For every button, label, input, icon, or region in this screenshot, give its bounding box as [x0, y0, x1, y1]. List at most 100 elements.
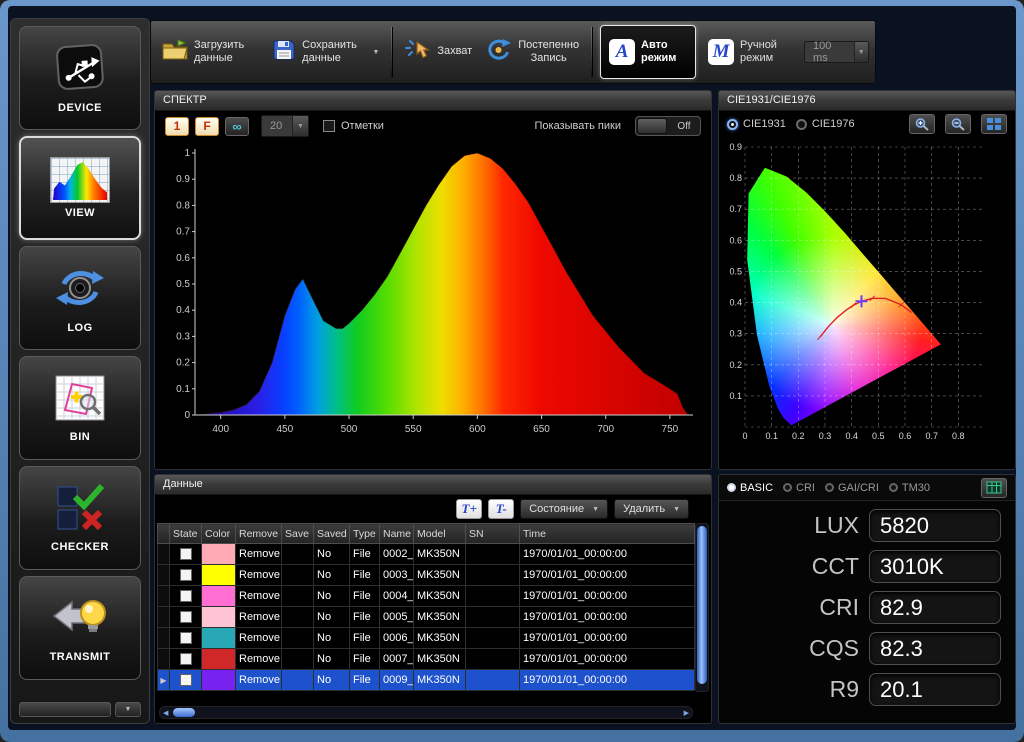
fit-view-button[interactable]: [981, 114, 1007, 134]
save-cell[interactable]: [282, 586, 314, 607]
row-checkbox[interactable]: [180, 611, 192, 623]
trace-1-button[interactable]: 1: [165, 117, 189, 136]
sidebar-item-view[interactable]: VIEW: [19, 136, 141, 240]
font-decrease-button[interactable]: T-: [488, 499, 514, 519]
model-cell: MK350N: [414, 628, 466, 649]
time-cell: 1970/01/01_00:00:00: [520, 628, 695, 649]
remove-link[interactable]: Remove: [236, 544, 282, 565]
report-button[interactable]: [981, 478, 1007, 498]
load-data-button[interactable]: Загрузить данные: [157, 25, 263, 79]
model-cell: MK350N: [414, 649, 466, 670]
data-panel: Данные T+ T- Состояние ▼ Удалить ▼ State…: [154, 474, 712, 724]
auto-mode-button[interactable]: A Авто режим: [600, 25, 696, 79]
row-checkbox[interactable]: [180, 674, 192, 686]
tab-cri[interactable]: CRI: [783, 482, 815, 494]
sidebar-item-device[interactable]: DEVICE: [19, 26, 141, 130]
svg-text:0.2: 0.2: [729, 360, 742, 370]
data-controls: T+ T- Состояние ▼ Удалить ▼: [155, 495, 711, 523]
row-checkbox[interactable]: [180, 569, 192, 581]
sidebar-splitter[interactable]: [19, 702, 111, 717]
measurement-row: R9 20.1: [719, 673, 1001, 706]
table-row[interactable]: Remove No File 0006_ MK350N 1970/01/01_0…: [158, 628, 695, 649]
table-row[interactable]: Remove No File 0007_ MK350N 1970/01/01_0…: [158, 649, 695, 670]
state-dropdown-button[interactable]: Состояние ▼: [520, 499, 608, 519]
trace-f-button[interactable]: F: [195, 117, 219, 136]
zoom-out-button[interactable]: [945, 114, 971, 134]
save-cell[interactable]: [282, 544, 314, 565]
scrollbar-thumb[interactable]: [173, 708, 195, 717]
saved-cell: No: [314, 649, 350, 670]
delete-dropdown-button[interactable]: Удалить ▼: [614, 499, 689, 519]
show-peaks-toggle[interactable]: Off: [635, 116, 701, 136]
cie1931-label: CIE1931: [743, 118, 786, 130]
state-dropdown-label: Состояние: [529, 503, 584, 515]
color-swatch: [202, 628, 236, 649]
font-decrease-label: T-: [496, 501, 507, 517]
horizontal-scrollbar[interactable]: ◀ ▶: [159, 706, 693, 719]
spectrum-panel: СПЕКТР 1 F ∞ 20 ▼ Отметки Показывать пик…: [154, 90, 712, 470]
font-increase-label: T+: [462, 501, 477, 517]
cie1976-radio[interactable]: CIE1976: [796, 118, 855, 130]
table-row[interactable]: Remove No File 0004_ MK350N 1970/01/01_0…: [158, 586, 695, 607]
interval-dropdown[interactable]: 100 ms ▼: [804, 41, 869, 63]
table-row[interactable]: ▶ Remove No File 0009_ MK350N 1970/01/01…: [158, 670, 695, 691]
tab-tm30[interactable]: TM30: [889, 482, 930, 494]
sidebar-item-checker[interactable]: CHECKER: [19, 466, 141, 570]
manual-mode-button[interactable]: M Ручной режим: [700, 25, 794, 79]
row-checkbox[interactable]: [180, 590, 192, 602]
table-row[interactable]: Remove No File 0005_ MK350N 1970/01/01_0…: [158, 607, 695, 628]
scroll-right-icon[interactable]: ▶: [681, 709, 692, 717]
scrollbar-thumb[interactable]: [697, 526, 707, 684]
save-cell[interactable]: [282, 607, 314, 628]
auto-mode-label: Авто режим: [641, 39, 687, 65]
save-data-button[interactable]: Сохранить данные ▼: [267, 25, 384, 79]
sidebar-item-log[interactable]: LOG: [19, 246, 141, 350]
svg-text:0.8: 0.8: [952, 431, 965, 441]
sidebar-item-transmit[interactable]: TRANSMIT: [19, 576, 141, 680]
row-checkbox[interactable]: [180, 632, 192, 644]
record-button[interactable]: Постепенно Запись: [481, 25, 584, 79]
save-cell[interactable]: [282, 628, 314, 649]
tab-gai-cri[interactable]: GAI/CRI: [825, 482, 879, 494]
svg-text:550: 550: [405, 424, 422, 435]
svg-text:0.2: 0.2: [176, 358, 190, 369]
svg-text:0.3: 0.3: [819, 431, 832, 441]
sidebar-item-bin[interactable]: BIN: [19, 356, 141, 460]
sidebar-scroll-down-button[interactable]: ▼: [115, 702, 141, 717]
cie-chart: 00.10.20.30.40.50.60.70.80.10.20.30.40.5…: [719, 139, 1013, 469]
state-cell: [170, 628, 202, 649]
svg-text:0.9: 0.9: [729, 142, 742, 152]
toggle-state-label: Off: [668, 121, 700, 132]
save-dropdown-arrow-icon[interactable]: ▼: [372, 49, 379, 56]
save-cell[interactable]: [282, 565, 314, 586]
scroll-left-icon[interactable]: ◀: [160, 709, 171, 717]
row-checkbox[interactable]: [180, 548, 192, 560]
marks-checkbox[interactable]: [323, 120, 335, 132]
table-row[interactable]: Remove No File 0002_ MK350N 1970/01/01_0…: [158, 544, 695, 565]
capture-button[interactable]: Захват: [400, 25, 477, 79]
points-dropdown[interactable]: 20 ▼: [261, 115, 309, 137]
name-cell: 0003_: [380, 565, 414, 586]
tab-basic[interactable]: BASIC: [727, 482, 773, 494]
remove-link[interactable]: Remove: [236, 586, 282, 607]
save-cell[interactable]: [282, 649, 314, 670]
svg-text:0.1: 0.1: [176, 384, 190, 395]
table-row[interactable]: Remove No File 0003_ MK350N 1970/01/01_0…: [158, 565, 695, 586]
measurement-label: CCT: [812, 553, 859, 580]
svg-text:0.1: 0.1: [765, 431, 778, 441]
save-cell[interactable]: [282, 670, 314, 691]
zoom-in-button[interactable]: [909, 114, 935, 134]
svg-text:0.4: 0.4: [729, 298, 742, 308]
remove-link[interactable]: Remove: [236, 565, 282, 586]
remove-link[interactable]: Remove: [236, 649, 282, 670]
measurement-label: R9: [830, 676, 859, 703]
font-increase-button[interactable]: T+: [456, 499, 482, 519]
row-checkbox[interactable]: [180, 653, 192, 665]
remove-link[interactable]: Remove: [236, 670, 282, 691]
vertical-scrollbar[interactable]: [695, 523, 709, 692]
remove-link[interactable]: Remove: [236, 607, 282, 628]
link-button[interactable]: ∞: [225, 117, 249, 136]
remove-link[interactable]: Remove: [236, 628, 282, 649]
cie1931-radio[interactable]: CIE1931: [727, 118, 786, 130]
manual-mode-label: Ручной режим: [740, 39, 786, 65]
